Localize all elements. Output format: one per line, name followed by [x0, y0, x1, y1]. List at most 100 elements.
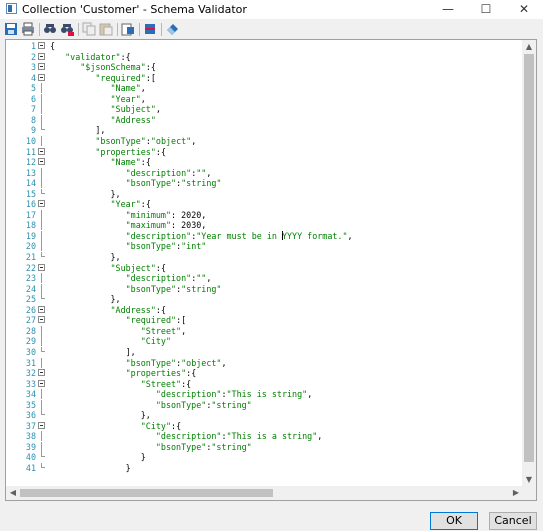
- fold-toggle-icon[interactable]: [38, 305, 45, 313]
- scroll-right-icon[interactable]: ▶: [510, 487, 522, 499]
- code-text: "required":[: [95, 72, 156, 83]
- fold-toggle-icon[interactable]: [38, 263, 45, 271]
- fold-guide-line: [41, 230, 42, 241]
- code-text: "Name",: [110, 83, 146, 94]
- maximize-button[interactable]: ☐: [467, 0, 505, 19]
- clear-icon[interactable]: [165, 22, 179, 36]
- line-number: 7: [30, 104, 36, 115]
- ok-button[interactable]: OK: [430, 512, 478, 530]
- fold-guide-line: [41, 357, 42, 368]
- code-text: "City": [140, 336, 172, 347]
- fold-guide-line: [41, 399, 42, 410]
- code-text: "description":"",: [125, 167, 212, 178]
- code-line: 22 "Subject":{: [6, 263, 526, 273]
- toolbar-separator: [139, 23, 140, 36]
- copy-icon[interactable]: [82, 22, 96, 36]
- vertical-scroll-thumb[interactable]: [524, 54, 534, 462]
- code-text: "description":"Year must be in YYYY form…: [125, 230, 353, 241]
- code-text: "description":"This is a string",: [155, 431, 323, 442]
- fold-toggle-icon[interactable]: [38, 42, 45, 49]
- code-line: 28 "Street",: [6, 325, 526, 336]
- format-icon[interactable]: [121, 22, 135, 36]
- code-line: 35 "bsonType":"string": [6, 399, 526, 410]
- close-button[interactable]: ✕: [505, 0, 543, 19]
- line-number: 38: [25, 431, 36, 442]
- fold-guide-line: [41, 135, 42, 146]
- window-title: Collection 'Customer' - Schema Validator: [22, 3, 247, 16]
- fold-toggle-icon[interactable]: [38, 158, 45, 166]
- fold-toggle-icon[interactable]: [38, 200, 45, 208]
- code-line: 27 "required":[: [6, 315, 526, 325]
- fold-guide-line: [41, 93, 42, 104]
- code-text: "required":[: [125, 315, 187, 326]
- cancel-button[interactable]: Cancel: [489, 512, 537, 530]
- line-number: 20: [25, 241, 36, 252]
- line-number: 25: [25, 294, 36, 305]
- code-editor[interactable]: 1{2 "validator":{3 "$jsonSchema":{4 "req…: [5, 39, 537, 501]
- toolbar-separator: [117, 23, 118, 36]
- code-text: "Street",: [140, 325, 187, 336]
- fold-end-marker: [41, 463, 45, 468]
- code-text: "properties":{: [125, 368, 197, 379]
- horizontal-scroll-thumb[interactable]: [20, 489, 273, 497]
- fold-end-marker: [41, 125, 45, 131]
- line-number: 24: [25, 283, 36, 294]
- code-line: 14 "bsonType":"string": [6, 178, 526, 189]
- print-icon[interactable]: [21, 22, 35, 36]
- code-text: "validator":{: [65, 51, 131, 62]
- scroll-down-icon[interactable]: ▼: [523, 474, 535, 486]
- line-number: 31: [25, 357, 36, 368]
- code-line: 20 "bsonType":"int": [6, 241, 526, 252]
- scroll-up-icon[interactable]: ▲: [523, 41, 535, 53]
- code-text: }: [50, 452, 146, 463]
- code-text: }: [50, 463, 131, 473]
- validate-icon[interactable]: [143, 22, 157, 36]
- fold-toggle-icon[interactable]: [38, 73, 45, 81]
- code-line: 21 },: [6, 252, 526, 262]
- fold-end-marker: [41, 346, 45, 352]
- fold-toggle-icon[interactable]: [38, 63, 45, 71]
- code-line: 25 },: [6, 294, 526, 304]
- fold-guide-line: [41, 209, 42, 220]
- code-text: "bsonType":"string": [125, 283, 222, 294]
- code-text: },: [50, 252, 121, 262]
- code-line: 12 "Name":{: [6, 157, 526, 167]
- line-number: 33: [25, 378, 36, 389]
- code-line: 19 "description":"Year must be in YYYY f…: [6, 230, 526, 241]
- fold-toggle-icon[interactable]: [38, 147, 45, 155]
- paste-icon[interactable]: [99, 22, 113, 36]
- code-line: 18 "maximum": 2030,: [6, 220, 526, 231]
- line-number: 29: [25, 336, 36, 347]
- code-line: 32 "properties":{: [6, 368, 526, 378]
- fold-toggle-icon[interactable]: [38, 379, 45, 387]
- fold-guide-line: [41, 273, 42, 284]
- line-number: 26: [25, 304, 36, 315]
- fold-toggle-icon[interactable]: [38, 421, 45, 429]
- code-line: 6 "Year",: [6, 93, 526, 104]
- vertical-scrollbar[interactable]: ▲ ▼: [522, 40, 536, 488]
- fold-end-marker: [41, 452, 45, 458]
- scroll-left-icon[interactable]: ◀: [7, 487, 19, 499]
- find-icon[interactable]: [43, 22, 57, 36]
- find-replace-icon[interactable]: [60, 22, 74, 36]
- code-text: "City":{: [140, 420, 182, 431]
- line-number: 4: [30, 72, 36, 83]
- line-number: 16: [25, 199, 36, 210]
- line-number: 12: [25, 157, 36, 168]
- code-line: 3 "$jsonSchema":{: [6, 62, 526, 72]
- line-number: 8: [30, 114, 36, 125]
- save-icon[interactable]: [4, 22, 18, 36]
- app-window-icon: [6, 3, 17, 14]
- code-text: "description":"This is string",: [155, 389, 313, 400]
- code-text: },: [50, 188, 121, 199]
- fold-guide-line: [41, 283, 42, 294]
- code-line: 31 "bsonType":"object",: [6, 357, 526, 368]
- fold-toggle-icon[interactable]: [38, 369, 45, 377]
- code-text: "bsonType":"string": [155, 441, 252, 452]
- minimize-button[interactable]: —: [429, 0, 467, 19]
- fold-guide-line: [41, 114, 42, 125]
- fold-toggle-icon[interactable]: [38, 52, 45, 60]
- horizontal-scrollbar[interactable]: ◀ ▶: [6, 486, 524, 500]
- fold-toggle-icon[interactable]: [38, 316, 45, 324]
- code-line: 38 "description":"This is a string",: [6, 431, 526, 442]
